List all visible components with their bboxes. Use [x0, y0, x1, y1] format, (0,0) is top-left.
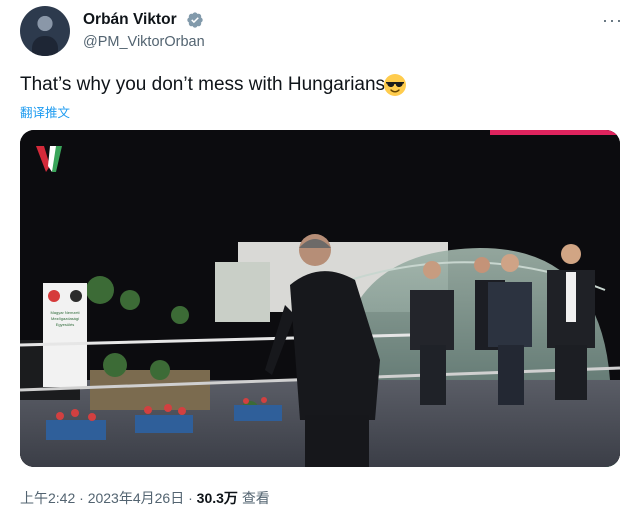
tweet-video[interactable]: Magyar Nemzeti Mezőgazdasági Egyesülés [20, 130, 620, 467]
tweet-meta: 上午2:42 · 2023年4月26日 · 30.3万 查看 [20, 488, 270, 508]
sign-line-2: Mezőgazdasági [51, 316, 79, 321]
author-handle[interactable]: @PM_ViktorOrban [83, 34, 205, 50]
tweet-date[interactable]: 2023年4月26日 [88, 490, 185, 506]
sign-line-3: Egyesülés [56, 322, 74, 327]
views-count: 30.3万 [196, 490, 238, 506]
views-label: 查看 [241, 490, 270, 506]
sunglasses-emoji-icon [384, 74, 406, 96]
more-options-icon[interactable]: ··· [602, 10, 623, 31]
tweet-time[interactable]: 上午2:42 [20, 490, 75, 506]
video-top-accent-bar [490, 130, 620, 135]
verified-badge-icon [187, 12, 203, 28]
avatar[interactable] [20, 6, 70, 56]
author-name[interactable]: Orbán Viktor [83, 11, 177, 29]
tweet-text: That’s why you don’t mess with Hungarian… [20, 74, 386, 95]
sign-line-1: Magyar Nemzeti [50, 310, 79, 315]
meta-separator: · [79, 490, 84, 506]
meta-separator-2: · [188, 490, 193, 506]
translate-tweet-link[interactable]: 翻译推文 [20, 102, 70, 121]
